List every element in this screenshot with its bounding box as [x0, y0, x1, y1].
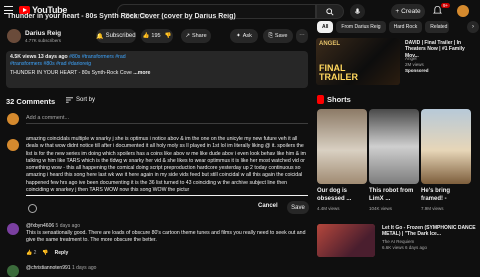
sort-icon: [66, 97, 73, 103]
view-meta: 4.5K views 13 days ago: [10, 54, 68, 60]
chip-related[interactable]: Related: [425, 21, 450, 33]
user-avatar: [7, 113, 19, 125]
comment-author[interactable]: @fxbyn4606: [26, 223, 54, 229]
cancel-button[interactable]: Cancel: [258, 203, 278, 209]
plus-icon: +: [395, 8, 400, 15]
comment-like-button[interactable]: 👍 2: [26, 250, 36, 256]
ask-label: Ask: [242, 33, 252, 39]
comment-actions: 👍 2 👎 Reply: [26, 250, 68, 256]
sponsored-label: Sponsored: [405, 68, 429, 73]
short-thumbnail[interactable]: [317, 109, 367, 184]
chevron-right-icon[interactable]: ›: [467, 21, 479, 33]
comment-dislike-button[interactable]: 👎: [42, 250, 48, 256]
comments-count: 32 Comments: [6, 97, 56, 106]
save-video-button[interactable]: ⎘ Save: [263, 29, 293, 43]
microphone-icon: [354, 7, 361, 14]
filter-chips: All From Darius Reig Hard Rock Related: [317, 21, 450, 33]
recommended-stats: 6.6K views 6 days ago: [382, 245, 428, 250]
commenter-avatar[interactable]: [7, 265, 19, 277]
shorts-label: Shorts: [327, 95, 351, 104]
short-thumbnail[interactable]: [421, 109, 471, 184]
ad-thumbnail[interactable]: ANGEL FINAL TRAILER: [316, 38, 400, 85]
recommended-meta: The AI Requiem 6.6K views 6 days ago: [382, 239, 427, 251]
video-title: Thunder in your heart - 80s Synth Rock C…: [7, 13, 236, 20]
like-button[interactable]: 👍 195 👎: [141, 29, 173, 43]
short-title[interactable]: Our dog is obsessed ...: [317, 188, 365, 203]
comment-like-count: 2: [33, 250, 37, 256]
short-title[interactable]: He's bring framed! -: [421, 188, 469, 203]
sort-button[interactable]: Sort by: [66, 97, 95, 103]
like-count: 195: [151, 33, 161, 39]
ad-details: Angel 2M views: [405, 56, 424, 68]
chip-from-channel[interactable]: From Darius Reig: [336, 21, 386, 33]
create-button[interactable]: + Create: [391, 4, 425, 19]
subscribed-button[interactable]: 🔔 Subscribed: [96, 29, 136, 43]
voice-search-button[interactable]: [350, 4, 365, 19]
chip-all[interactable]: All: [317, 21, 334, 33]
save-label: Save: [274, 33, 288, 39]
subscribed-label: Subscribed: [105, 33, 136, 39]
sort-label: Sort by: [76, 97, 96, 103]
recommended-thumbnail[interactable]: [317, 224, 375, 257]
description-text: THUNDER IN YOUR HEART - 80s Synth-Rock C…: [10, 70, 132, 76]
subscriber-count: 4.77K subscribers: [25, 38, 62, 43]
comment-author[interactable]: @christiannoten991: [26, 265, 71, 271]
more-icon: ⋯: [299, 33, 305, 39]
reply-button[interactable]: Reply: [55, 250, 69, 256]
save-comment-button[interactable]: Save: [287, 201, 309, 214]
add-comment-input[interactable]: Add a comment...: [26, 115, 308, 124]
account-avatar[interactable]: [457, 5, 469, 17]
description-tags[interactable]: #80s #transformers #rad: [69, 54, 126, 60]
share-label: Share: [191, 33, 207, 39]
channel-name[interactable]: Darius Reig: [25, 30, 61, 37]
channel-avatar[interactable]: [7, 29, 21, 43]
short-views: 7.9M views: [421, 206, 444, 211]
ask-button[interactable]: ✦ Ask: [230, 29, 258, 43]
search-icon: [326, 7, 334, 16]
sparkle-icon: ✦: [236, 33, 241, 39]
comment-time: 5 days ago: [55, 223, 81, 229]
shorts-icon: [317, 95, 324, 104]
commenter-avatar[interactable]: [7, 223, 19, 235]
shorts-header: Shorts: [317, 95, 351, 104]
comment-author-line: @fxbyn4606 5 days ago: [26, 223, 80, 229]
short-thumbnail[interactable]: [369, 109, 419, 184]
share-icon: ↗: [185, 33, 190, 39]
bell-icon: 🔔: [96, 33, 104, 40]
share-button[interactable]: ↗ Share: [181, 29, 211, 43]
search-button[interactable]: [316, 4, 344, 19]
short-views: 104K views: [369, 206, 393, 211]
more-link[interactable]: ...more: [133, 70, 150, 76]
short-title[interactable]: This robot from LimX ...: [369, 188, 417, 203]
bookmark-icon: ⎘: [268, 32, 273, 39]
ad-thumb-brand: ANGEL: [319, 41, 340, 47]
thumbs-down-icon: 👎: [164, 33, 172, 39]
create-label: Create: [401, 8, 421, 15]
more-actions-button[interactable]: ⋯: [296, 29, 308, 43]
user-avatar: [7, 139, 19, 151]
emoji-icon[interactable]: [28, 204, 37, 213]
chip-hard-rock[interactable]: Hard Rock: [388, 21, 423, 33]
comment-author-line: @christiannoten991 1 days ago: [26, 265, 96, 271]
comment-draft-input[interactable]: amazing coincidals multiple w snarky j s…: [26, 136, 308, 196]
short-views: 4.4M views: [317, 206, 340, 211]
recommended-title[interactable]: Let It Go - Frozen (SYMPHONIC DANCE META…: [382, 225, 478, 238]
description-box[interactable]: 4.5K views 13 days ago #80s #transformer…: [6, 51, 308, 88]
thumbs-up-icon: 👍: [142, 33, 150, 39]
notification-badge: 9+: [441, 3, 451, 8]
comment-time: 1 days ago: [71, 265, 97, 271]
comment-text: This is sensationally good. There are lo…: [26, 230, 306, 243]
ad-thumb-title: FINAL TRAILER: [319, 63, 358, 82]
description-tags-2[interactable]: #transformers #80s #rad #darioreig: [10, 61, 304, 68]
